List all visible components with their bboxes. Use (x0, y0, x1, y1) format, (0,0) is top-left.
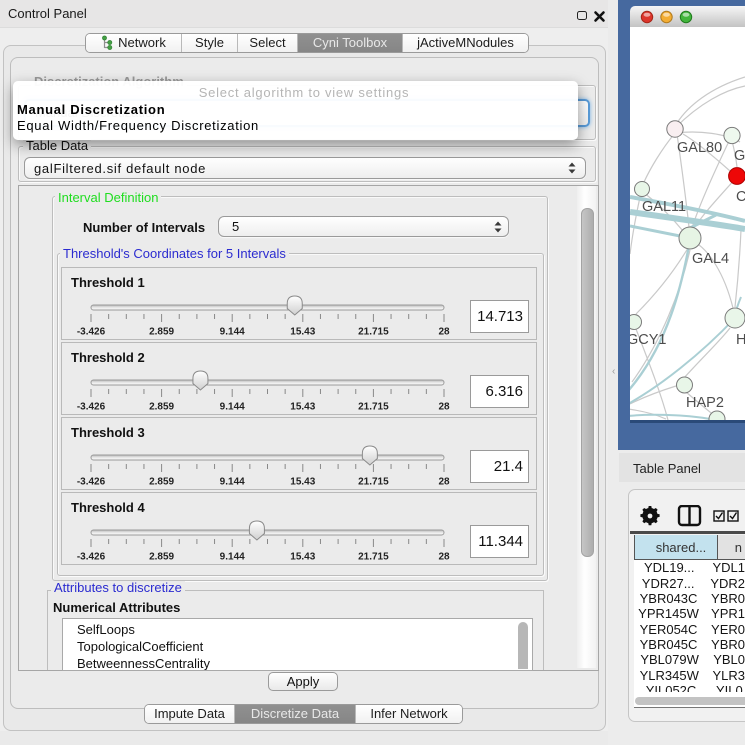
svg-text:9.144: 9.144 (220, 552, 245, 563)
svg-text:9.144: 9.144 (220, 477, 245, 488)
svg-text:21.715: 21.715 (358, 552, 389, 563)
svg-text:21.715: 21.715 (358, 327, 389, 338)
svg-text:GA: GA (734, 148, 745, 164)
svg-text:15.43: 15.43 (290, 327, 315, 338)
svg-text:-3.426: -3.426 (77, 327, 106, 338)
svg-text:-3.426: -3.426 (77, 552, 106, 563)
svg-text:2.859: 2.859 (149, 327, 174, 338)
svg-text:2.859: 2.859 (149, 477, 174, 488)
svg-text:28: 28 (438, 477, 450, 488)
svg-text:2.859: 2.859 (149, 552, 174, 563)
svg-text:-3.426: -3.426 (77, 402, 106, 413)
svg-text:28: 28 (438, 402, 450, 413)
svg-text:HAP2: HAP2 (686, 395, 724, 411)
svg-text:H: H (736, 332, 745, 348)
svg-text:GAL80: GAL80 (677, 140, 722, 156)
svg-text:-3.426: -3.426 (77, 477, 106, 488)
svg-text:28: 28 (438, 327, 450, 338)
svg-text:15.43: 15.43 (290, 552, 315, 563)
svg-text:21.715: 21.715 (358, 477, 389, 488)
svg-text:2.859: 2.859 (149, 402, 174, 413)
svg-text:9.144: 9.144 (220, 327, 245, 338)
svg-text:GCY1: GCY1 (630, 332, 667, 348)
svg-text:21.715: 21.715 (358, 402, 389, 413)
svg-text:GAL11: GAL11 (642, 199, 686, 215)
svg-text:C: C (736, 189, 745, 205)
svg-text:9.144: 9.144 (220, 402, 245, 413)
svg-text:15.43: 15.43 (290, 477, 315, 488)
svg-text:28: 28 (438, 552, 450, 563)
svg-text:GAL4: GAL4 (692, 251, 729, 267)
svg-text:15.43: 15.43 (290, 402, 315, 413)
